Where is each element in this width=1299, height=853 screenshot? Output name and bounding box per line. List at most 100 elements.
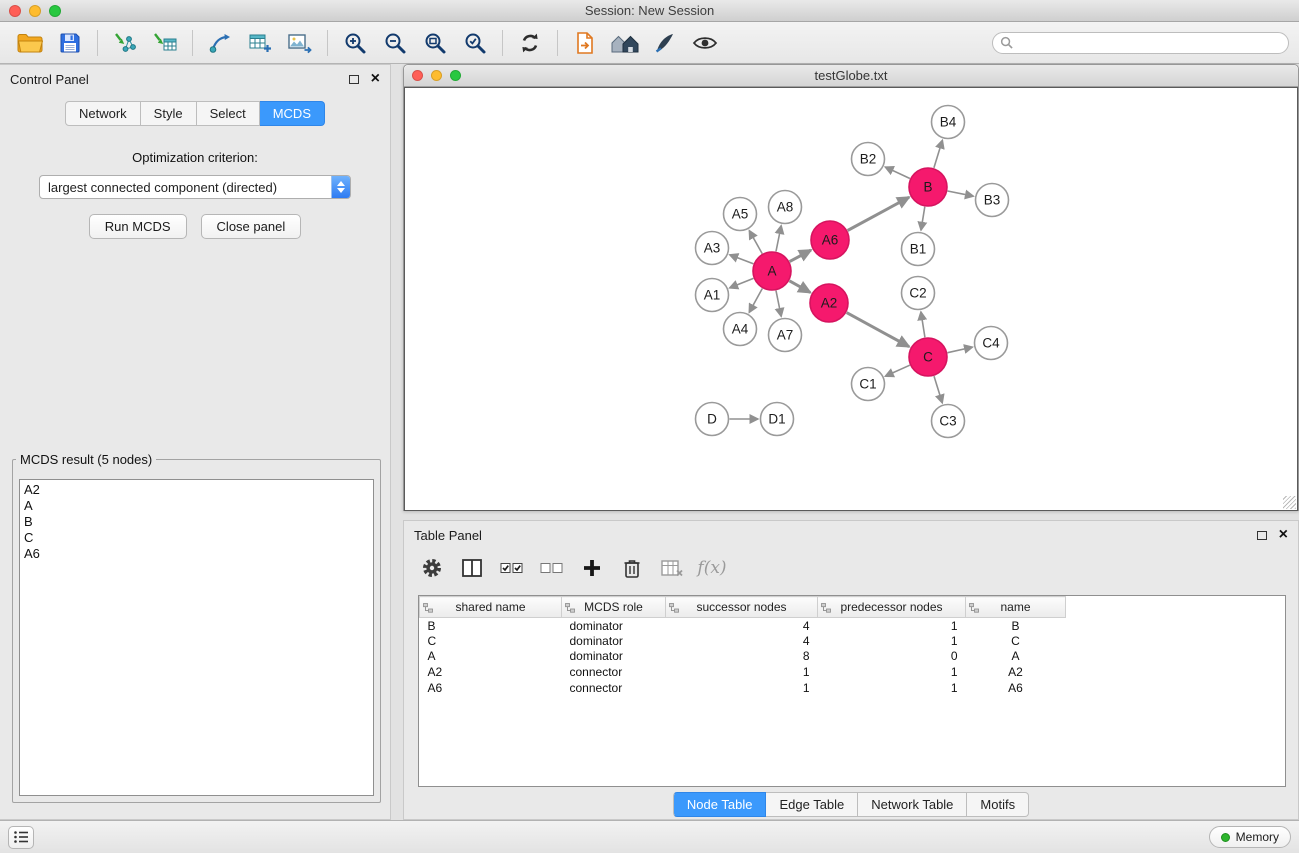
memory-button[interactable]: Memory bbox=[1209, 826, 1291, 848]
close-view-button[interactable] bbox=[412, 70, 423, 81]
minimize-window-button[interactable] bbox=[29, 5, 41, 17]
graph-edge-A-A4[interactable] bbox=[749, 289, 762, 313]
graph-node-C2[interactable]: C2 bbox=[902, 277, 935, 310]
table-row[interactable]: A2connector11A2 bbox=[420, 664, 1066, 680]
column-header-shared-name[interactable]: shared name bbox=[420, 597, 562, 618]
float-panel-icon[interactable] bbox=[349, 75, 359, 84]
tab-edge-table[interactable]: Edge Table bbox=[766, 792, 858, 817]
dropdown-stepper[interactable] bbox=[331, 176, 350, 198]
tab-network[interactable]: Network bbox=[65, 101, 141, 126]
open-session-button[interactable] bbox=[10, 26, 50, 60]
select-all-columns-button[interactable] bbox=[494, 552, 530, 584]
zoom-view-button[interactable] bbox=[450, 70, 461, 81]
graph-node-B3[interactable]: B3 bbox=[976, 184, 1009, 217]
table-row[interactable]: Bdominator41B bbox=[420, 618, 1066, 634]
table-row[interactable]: Cdominator41C bbox=[420, 633, 1066, 649]
graph-edge-B-B4[interactable] bbox=[934, 140, 943, 168]
graph-node-B1[interactable]: B1 bbox=[902, 233, 935, 266]
graph-node-B2[interactable]: B2 bbox=[852, 143, 885, 176]
zoom-in-button[interactable] bbox=[335, 26, 375, 60]
delete-table-button[interactable] bbox=[654, 552, 690, 584]
graph-edge-B-B3[interactable] bbox=[948, 191, 974, 196]
graph-node-A1[interactable]: A1 bbox=[696, 279, 729, 312]
save-session-button[interactable] bbox=[50, 26, 90, 60]
result-item[interactable]: A bbox=[24, 498, 369, 514]
close-panel-icon[interactable]: × bbox=[371, 71, 380, 87]
new-network-button[interactable] bbox=[200, 26, 240, 60]
tab-network-table[interactable]: Network Table bbox=[858, 792, 967, 817]
tab-node-table[interactable]: Node Table bbox=[673, 792, 767, 817]
home-view-button[interactable] bbox=[605, 26, 645, 60]
zoom-out-button[interactable] bbox=[375, 26, 415, 60]
graph-edge-C-C3[interactable] bbox=[934, 376, 942, 403]
apply-layout-button[interactable] bbox=[510, 26, 550, 60]
graph-edge-A-A6[interactable] bbox=[790, 250, 811, 262]
graph-edge-A-A2[interactable] bbox=[789, 281, 810, 293]
graph-node-A7[interactable]: A7 bbox=[769, 319, 802, 352]
import-network-button[interactable] bbox=[105, 26, 145, 60]
result-item[interactable]: C bbox=[24, 530, 369, 546]
close-panel-icon[interactable]: × bbox=[1279, 527, 1288, 543]
graph-node-A8[interactable]: A8 bbox=[769, 191, 802, 224]
tab-mcds[interactable]: MCDS bbox=[260, 101, 325, 126]
tab-select[interactable]: Select bbox=[197, 101, 260, 126]
graph-node-A[interactable]: A bbox=[753, 252, 791, 290]
search-input[interactable] bbox=[1018, 36, 1281, 50]
graph-edge-A-A7[interactable] bbox=[776, 291, 781, 317]
new-table-button[interactable] bbox=[240, 26, 280, 60]
graph-edge-C-C2[interactable] bbox=[921, 312, 925, 337]
network-window-titlebar[interactable]: testGlobe.txt bbox=[404, 65, 1298, 87]
graph-edge-A-A5[interactable] bbox=[749, 231, 762, 254]
graph-node-C4[interactable]: C4 bbox=[975, 327, 1008, 360]
import-table-button[interactable] bbox=[145, 26, 185, 60]
graph-node-A5[interactable]: A5 bbox=[724, 198, 757, 231]
task-history-button[interactable] bbox=[8, 826, 34, 849]
optimization-dropdown[interactable]: largest connected component (directed) bbox=[39, 175, 351, 199]
close-panel-button[interactable]: Close panel bbox=[201, 214, 302, 239]
graph-node-A6[interactable]: A6 bbox=[811, 221, 849, 259]
cycle-views-button[interactable] bbox=[565, 26, 605, 60]
deselect-all-columns-button[interactable] bbox=[534, 552, 570, 584]
tab-motifs[interactable]: Motifs bbox=[967, 792, 1029, 817]
delete-column-button[interactable] bbox=[614, 552, 650, 584]
graph-node-B4[interactable]: B4 bbox=[932, 106, 965, 139]
column-header-MCDS-role[interactable]: MCDS role bbox=[562, 597, 666, 618]
zoom-fit-button[interactable] bbox=[415, 26, 455, 60]
table-row[interactable]: Adominator80A bbox=[420, 649, 1066, 665]
show-columns-button[interactable] bbox=[454, 552, 490, 584]
graph-edge-A-A1[interactable] bbox=[730, 278, 754, 288]
column-header-successor-nodes[interactable]: successor nodes bbox=[666, 597, 818, 618]
graph-node-C[interactable]: C bbox=[909, 338, 947, 376]
graph-edge-A-A8[interactable] bbox=[776, 226, 781, 252]
minimize-view-button[interactable] bbox=[431, 70, 442, 81]
graph-node-A4[interactable]: A4 bbox=[724, 313, 757, 346]
mcds-result-list[interactable]: A2ABCA6 bbox=[19, 479, 374, 796]
result-item[interactable]: A6 bbox=[24, 546, 369, 562]
function-builder-button[interactable]: f(x) bbox=[694, 552, 730, 584]
table-row[interactable]: A6connector11A6 bbox=[420, 680, 1066, 696]
graph-edge-A6-B[interactable] bbox=[848, 197, 910, 230]
style-brush-button[interactable] bbox=[645, 26, 685, 60]
graph-edge-B-B1[interactable] bbox=[921, 207, 925, 231]
graph-node-B[interactable]: B bbox=[909, 168, 947, 206]
column-header-predecessor-nodes[interactable]: predecessor nodes bbox=[818, 597, 966, 618]
graph-edge-C-C1[interactable] bbox=[885, 365, 910, 376]
resize-grip[interactable] bbox=[1283, 496, 1296, 509]
zoom-window-button[interactable] bbox=[49, 5, 61, 17]
add-column-button[interactable] bbox=[574, 552, 610, 584]
graph-edge-C-C4[interactable] bbox=[948, 347, 973, 353]
graph-node-D1[interactable]: D1 bbox=[761, 403, 794, 436]
show-details-button[interactable] bbox=[685, 26, 725, 60]
graph-node-D[interactable]: D bbox=[696, 403, 729, 436]
close-window-button[interactable] bbox=[9, 5, 21, 17]
export-image-button[interactable] bbox=[280, 26, 320, 60]
graph-node-C1[interactable]: C1 bbox=[852, 368, 885, 401]
result-item[interactable]: B bbox=[24, 514, 369, 530]
float-panel-icon[interactable] bbox=[1257, 531, 1267, 540]
table-settings-button[interactable] bbox=[414, 552, 450, 584]
graph-node-A2[interactable]: A2 bbox=[810, 284, 848, 322]
result-item[interactable]: A2 bbox=[24, 482, 369, 498]
tab-style[interactable]: Style bbox=[141, 101, 197, 126]
graph-edge-A2-C[interactable] bbox=[847, 313, 910, 347]
column-header-name[interactable]: name bbox=[966, 597, 1066, 618]
